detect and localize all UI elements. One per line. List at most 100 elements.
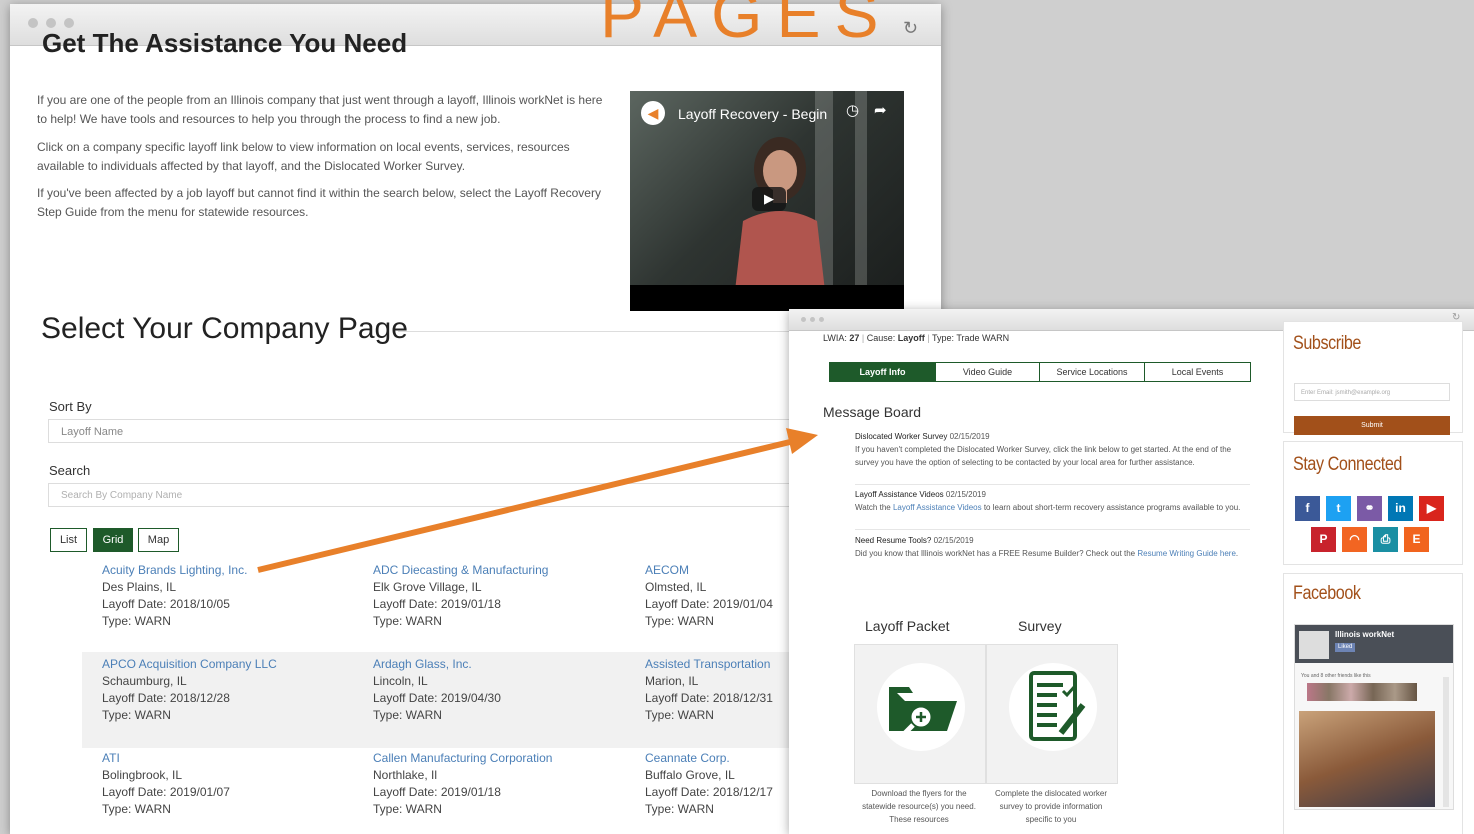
rss-icon[interactable]: ◠	[1342, 527, 1367, 552]
company-card: APCO Acquisition Company LLC Schaumburg,…	[102, 656, 277, 724]
facebook-icon[interactable]: f	[1295, 496, 1320, 521]
resume-guide-link[interactable]: Resume Writing Guide here	[1137, 549, 1236, 558]
layoff-date: Layoff Date: 2019/01/18	[373, 597, 501, 611]
submit-button[interactable]: Submit	[1294, 416, 1450, 435]
tab-video-guide[interactable]: Video Guide	[935, 362, 1040, 382]
scrollbar[interactable]	[1443, 677, 1449, 807]
pages-banner: PAGES	[600, 0, 893, 51]
search-label: Search	[49, 463, 91, 478]
survey-description: Complete the dislocated worker survey to…	[994, 789, 1108, 824]
company-card: Assisted Transportation Marion, IL Layof…	[645, 656, 773, 724]
layoff-packet-description: Download the flyers for the statewide re…	[862, 789, 976, 824]
fb-like-button[interactable]: Liked	[1335, 643, 1356, 652]
company-card: ADC Diecasting & Manufacturing Elk Grove…	[373, 562, 548, 630]
layoff-date: Layoff Date: 2019/01/07	[102, 785, 230, 799]
company-link[interactable]: Acuity Brands Lighting, Inc.	[102, 562, 247, 579]
company-link[interactable]: Ceannate Corp.	[645, 750, 773, 767]
company-link[interactable]: APCO Acquisition Company LLC	[102, 656, 277, 673]
company-city: Bolingbrook, IL	[102, 768, 183, 782]
layoff-videos-link[interactable]: Layoff Assistance Videos	[893, 503, 982, 512]
company-link[interactable]: ATI	[102, 750, 230, 767]
layoff-type: Type: WARN	[645, 614, 714, 628]
divider	[855, 484, 1250, 485]
twitter-icon[interactable]: t	[1326, 496, 1351, 521]
company-card: Ardagh Glass, Inc. Lincoln, IL Layoff Da…	[373, 656, 501, 724]
folder-search-icon	[889, 687, 957, 735]
video-player[interactable]: ◀ Layoff Recovery - Begin ◷ ➦ ▶	[630, 91, 904, 311]
company-card: ATI Bolingbrook, IL Layoff Date: 2019/01…	[102, 750, 230, 818]
layoff-packet-tile[interactable]	[854, 644, 986, 784]
share-icon[interactable]: ➦	[874, 101, 887, 119]
survey-tile[interactable]	[986, 644, 1118, 784]
section-title: Select Your Company Page	[41, 312, 408, 345]
layoff-type: Type: WARN	[102, 708, 171, 722]
tab-layoff-info[interactable]: Layoff Info	[829, 362, 936, 382]
message-board-title: Message Board	[823, 404, 922, 420]
page-avatar	[1299, 631, 1329, 659]
layoff-type: Type: WARN	[102, 614, 171, 628]
layoff-date: Layoff Date: 2019/04/30	[373, 691, 501, 705]
company-city: Des Plains, IL	[102, 580, 177, 594]
email-input[interactable]: Enter Email: jsmith@example.org	[1294, 383, 1450, 401]
company-city: Marion, IL	[645, 674, 699, 688]
layoff-type: Type: WARN	[645, 802, 714, 816]
survey-checklist-icon	[1029, 671, 1086, 741]
facebook-title: Facebook	[1293, 583, 1361, 604]
layoff-type: Type: WARN	[373, 708, 442, 722]
view-grid-button[interactable]: Grid	[93, 528, 133, 552]
layoff-type: Type: WARN	[373, 614, 442, 628]
intro-paragraph: Click on a company specific layoff link …	[37, 140, 570, 173]
stay-connected-panel: Stay Connected f t ⚭ in ▶ P ◠ ⎙ E	[1283, 441, 1463, 565]
search-input[interactable]: Search By Company Name	[48, 483, 808, 507]
print-icon[interactable]: ⎙	[1373, 527, 1398, 552]
company-card: AECOM Olmsted, IL Layoff Date: 2019/01/0…	[645, 562, 773, 630]
company-link[interactable]: ADC Diecasting & Manufacturing	[373, 562, 548, 579]
handshake-icon[interactable]: ⚭	[1357, 496, 1382, 521]
fb-page-name: Illinois workNet	[1335, 630, 1395, 639]
facebook-panel: Facebook Illinois workNet Liked You and …	[1283, 573, 1463, 834]
message-title: Need Resume Tools?	[855, 536, 932, 545]
linkedin-icon[interactable]: in	[1388, 496, 1413, 521]
channel-logo-icon: ◀	[641, 101, 665, 125]
video-title[interactable]: Layoff Recovery - Begin	[678, 106, 827, 122]
layoff-meta: LWIA: 27 | Cause: Layoff | Type: Trade W…	[823, 333, 1010, 343]
layoff-type: Type: WARN	[373, 802, 442, 816]
company-link[interactable]: AECOM	[645, 562, 773, 579]
message-date: 02/15/2019	[933, 536, 974, 545]
tab-service-locations[interactable]: Service Locations	[1039, 362, 1145, 382]
message-title: Dislocated Worker Survey	[855, 432, 948, 441]
sort-select[interactable]: Layoff Name	[48, 419, 808, 443]
youtube-icon[interactable]: ▶	[1419, 496, 1444, 521]
intro-paragraph: If you are one of the people from an Ill…	[37, 93, 603, 126]
message-date: 02/15/2019	[945, 490, 986, 499]
sort-label: Sort By	[49, 399, 92, 414]
view-list-button[interactable]: List	[50, 528, 87, 552]
window-zoom-dot[interactable]	[819, 317, 824, 322]
company-link[interactable]: Callen Manufacturing Corporation	[373, 750, 552, 767]
divider	[398, 331, 798, 332]
feed-post-image	[1299, 711, 1435, 807]
company-city: Northlake, Il	[373, 768, 438, 782]
message-title: Layoff Assistance Videos	[855, 490, 944, 499]
window-close-dot[interactable]	[801, 317, 806, 322]
pinterest-icon[interactable]: P	[1311, 527, 1336, 552]
company-city: Buffalo Grove, IL	[645, 768, 735, 782]
subscribe-panel: Subscribe Enter Email: jsmith@example.or…	[1283, 321, 1463, 435]
layoff-date: Layoff Date: 2018/10/05	[102, 597, 230, 611]
survey-label: Survey	[1018, 618, 1062, 634]
window-minimize-dot[interactable]	[810, 317, 815, 322]
company-link[interactable]: Assisted Transportation	[645, 656, 773, 673]
message-item: Layoff Assistance Videos 02/15/2019 Watc…	[855, 490, 1241, 512]
layoff-type: Type: WARN	[102, 802, 171, 816]
etsy-icon[interactable]: E	[1404, 527, 1429, 552]
layoff-date: Layoff Date: 2018/12/31	[645, 691, 773, 705]
view-map-button[interactable]: Map	[138, 528, 179, 552]
play-icon[interactable]: ▶	[752, 187, 786, 211]
facebook-feed-widget[interactable]: Illinois workNet Liked You and 8 other f…	[1294, 624, 1454, 810]
tab-local-events[interactable]: Local Events	[1144, 362, 1251, 382]
company-link[interactable]: Ardagh Glass, Inc.	[373, 656, 501, 673]
intro-paragraph: If you've been affected by a job layoff …	[37, 186, 601, 219]
fb-friends-text: You and 8 other friends like this	[1301, 673, 1371, 679]
message-date: 02/15/2019	[949, 432, 990, 441]
watch-later-icon[interactable]: ◷	[846, 101, 859, 119]
